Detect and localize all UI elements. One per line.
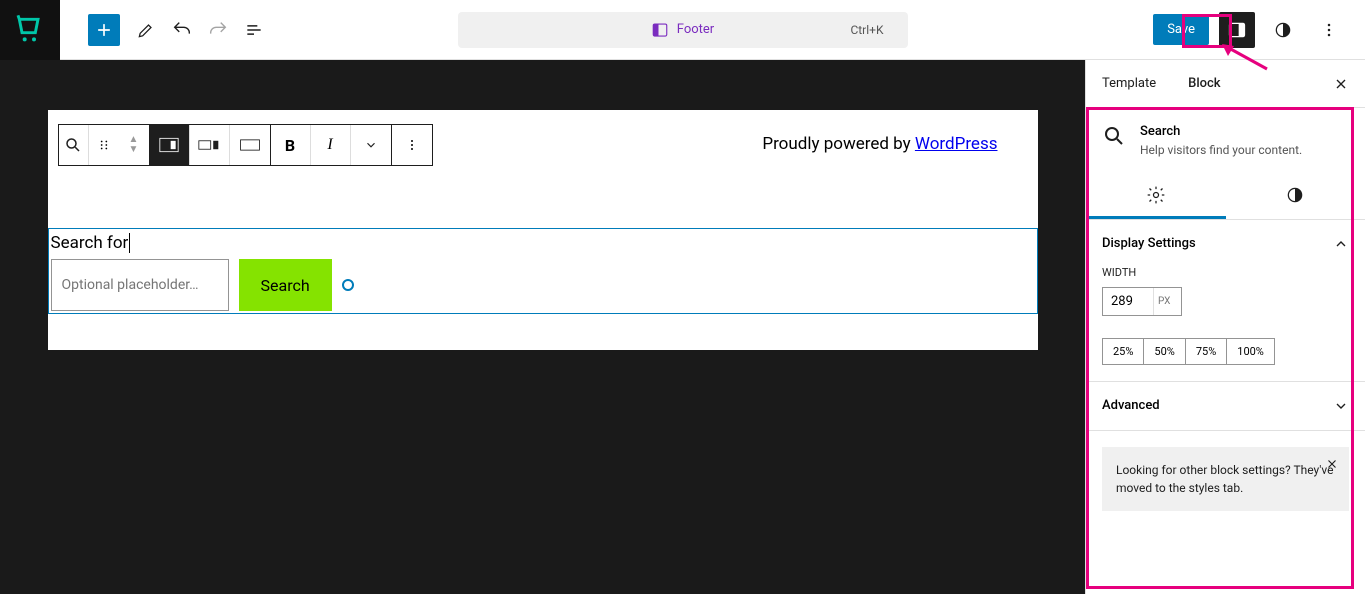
document-title: Footer [677, 22, 714, 37]
more-format-button[interactable] [351, 125, 391, 165]
notice-close-button[interactable] [1325, 457, 1339, 476]
width-input[interactable] [1103, 288, 1153, 315]
redo-icon [207, 19, 229, 41]
cart-icon [14, 14, 46, 46]
search-label-input[interactable]: Search for [49, 229, 1037, 259]
italic-button[interactable]: I [311, 125, 351, 165]
close-sidebar-button[interactable] [1317, 60, 1365, 108]
italic-icon: I [327, 136, 332, 154]
resize-handle[interactable] [342, 279, 354, 291]
chevron-up-icon [1333, 236, 1349, 252]
display-settings-panel: Display Settings WIDTH PX 25% 50% 75% 10… [1086, 220, 1365, 382]
edit-mode-button[interactable] [128, 12, 164, 48]
dots-icon [404, 137, 420, 153]
site-logo[interactable] [0, 0, 60, 60]
input-only-icon [239, 139, 261, 151]
close-icon [1333, 76, 1349, 92]
undo-icon [171, 19, 193, 41]
bold-icon: B [285, 136, 295, 155]
save-button[interactable]: Save [1153, 14, 1209, 45]
shortcut-hint: Ctrl+K [850, 23, 883, 37]
block-title: Search [1140, 124, 1302, 139]
tab-template[interactable]: Template [1086, 60, 1172, 108]
chevron-down-icon [1333, 398, 1349, 414]
wordpress-link[interactable]: WordPress [915, 134, 998, 154]
block-subtabs [1086, 173, 1365, 220]
tab-block[interactable]: Block [1172, 60, 1236, 108]
editor-canvas-area: ▲▼ B I Proudly powered by WordPress Sear… [0, 60, 1085, 594]
close-icon [1325, 457, 1339, 471]
width-unit[interactable]: PX [1153, 288, 1176, 315]
undo-button[interactable] [164, 12, 200, 48]
powered-prefix: Proudly powered by [762, 134, 915, 154]
drag-icon [97, 138, 111, 152]
notice-text: Looking for other block settings? They'v… [1116, 463, 1334, 495]
search-icon [1102, 124, 1126, 148]
block-type-button[interactable] [59, 125, 89, 165]
layout-icon [651, 21, 669, 39]
pct-75[interactable]: 75% [1186, 339, 1227, 364]
contrast-icon [1285, 185, 1305, 205]
block-description: Help visitors find your content. [1140, 143, 1302, 157]
search-icon [64, 136, 82, 154]
move-buttons[interactable]: ▲▼ [119, 125, 149, 165]
options-menu[interactable] [1311, 12, 1347, 48]
search-submit-button[interactable]: Search [239, 259, 332, 311]
width-percent-group: 25% 50% 75% 100% [1102, 338, 1275, 365]
contrast-icon [1273, 20, 1293, 40]
dots-icon [1319, 20, 1339, 40]
button-inside-icon [159, 137, 179, 153]
block-info: Search Help visitors find your content. [1086, 108, 1365, 173]
sidebar-tabs: Template Block [1086, 60, 1365, 108]
document-bar[interactable]: Footer Ctrl+K [458, 12, 908, 48]
pct-25[interactable]: 25% [1103, 339, 1144, 364]
list-icon [244, 20, 264, 40]
redo-button[interactable] [200, 12, 236, 48]
layout-button-outside[interactable] [190, 125, 230, 165]
pct-50[interactable]: 50% [1144, 339, 1185, 364]
subtab-settings[interactable] [1086, 173, 1226, 219]
search-placeholder-input[interactable] [51, 259, 229, 311]
width-label: WIDTH [1102, 266, 1349, 279]
button-outside-icon [198, 138, 220, 152]
pencil-icon [136, 20, 156, 40]
display-settings-label: Display Settings [1102, 236, 1196, 252]
sidebar-icon [1227, 20, 1247, 40]
display-settings-toggle[interactable]: Display Settings [1102, 236, 1349, 252]
plus-icon [94, 20, 114, 40]
settings-panel-toggle[interactable] [1219, 12, 1255, 48]
pct-100[interactable]: 100% [1227, 339, 1274, 364]
subtab-styles[interactable] [1226, 173, 1365, 219]
editor-canvas[interactable]: ▲▼ B I Proudly powered by WordPress Sear… [48, 110, 1038, 350]
add-block-button[interactable] [88, 14, 120, 46]
search-block[interactable]: Search for Search [48, 228, 1038, 314]
styles-notice: Looking for other block settings? They'v… [1102, 447, 1349, 511]
top-toolbar: Footer Ctrl+K Save [0, 0, 1365, 60]
advanced-toggle[interactable]: Advanced [1102, 398, 1349, 414]
layout-button-inside[interactable] [150, 125, 190, 165]
chevron-down-icon [364, 138, 378, 152]
list-view-button[interactable] [236, 12, 272, 48]
footer-credit: Proudly powered by WordPress [762, 134, 997, 154]
block-toolbar: ▲▼ B I [58, 124, 433, 166]
chevrons-icon: ▲▼ [129, 135, 139, 155]
layout-no-button[interactable] [230, 125, 270, 165]
drag-handle[interactable] [89, 125, 119, 165]
width-input-group: PX [1102, 287, 1182, 316]
advanced-label: Advanced [1102, 398, 1160, 414]
settings-sidebar: Template Block Search Help visitors find… [1085, 60, 1365, 594]
styles-toggle[interactable] [1265, 12, 1301, 48]
block-options-button[interactable] [392, 125, 432, 165]
gear-icon [1146, 185, 1166, 205]
bold-button[interactable]: B [271, 125, 311, 165]
advanced-panel: Advanced [1086, 382, 1365, 431]
